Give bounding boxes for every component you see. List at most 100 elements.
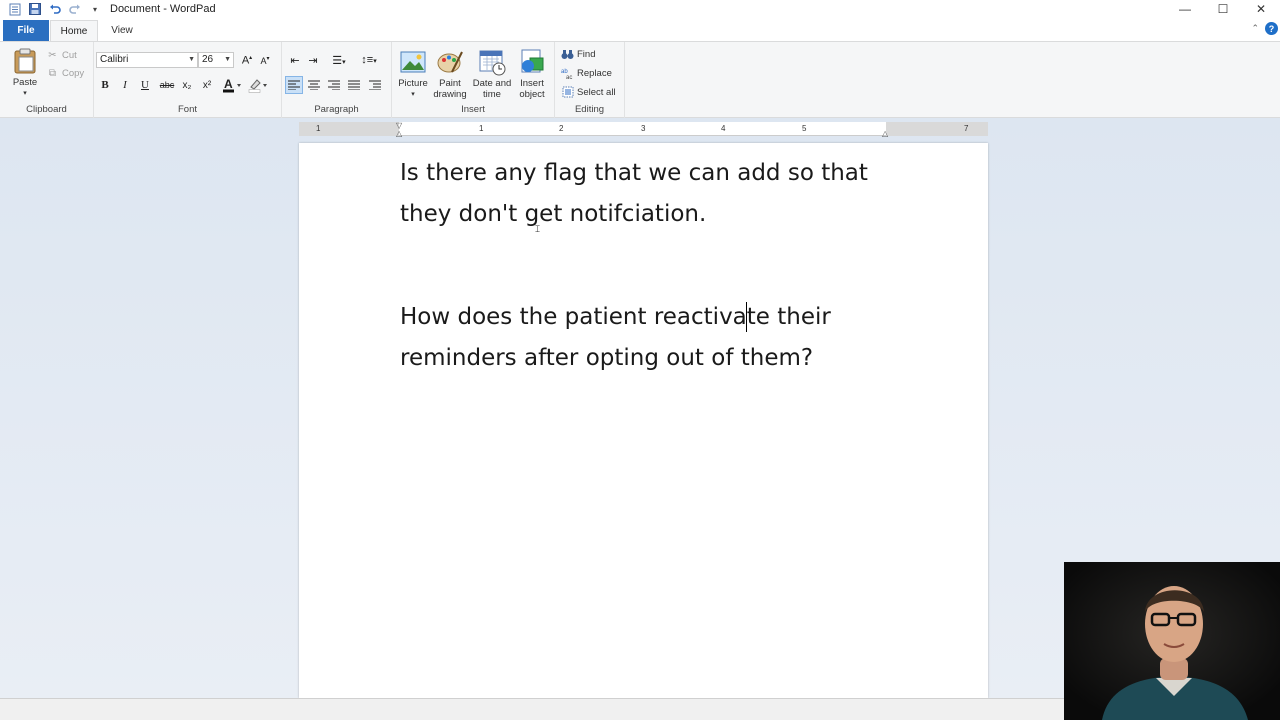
ruler-number: 1 [316,124,321,133]
ruler-number: 5 [802,124,807,133]
subscript-button[interactable]: x₂ [178,76,196,94]
paste-button[interactable]: Paste ▾ [8,47,42,99]
cut-button[interactable]: ✂ Cut [46,47,77,63]
ruler-number: 1 [479,124,484,133]
select-all-icon [561,86,574,99]
window-controls: — ☐ ✕ [1166,0,1280,18]
paint-drawing-button[interactable]: Paint drawing [430,48,470,100]
editing-group: Find ab ac Replace Select all Editing [555,42,625,118]
minimize-button[interactable]: — [1166,0,1204,18]
undo-icon[interactable] [48,2,62,16]
close-button[interactable]: ✕ [1242,0,1280,18]
tab-view[interactable]: View [100,20,144,41]
insert-group-label: Insert [461,104,485,115]
align-right-icon [328,80,340,90]
ruler-left-margin [299,122,399,136]
bold-button[interactable]: B [96,76,114,94]
cut-label: Cut [62,49,77,61]
date-time-label-1: Date and [472,78,512,89]
increase-indent-button[interactable]: ⇥ [304,51,322,69]
paint-drawing-label-1: Paint [439,78,461,89]
replace-button[interactable]: ab ac Replace [561,65,612,81]
ruler-number: 7 [964,124,969,133]
decrease-indent-button[interactable]: ⇤ [286,51,304,69]
copy-icon: ⧉ [48,67,57,79]
text-color-button[interactable]: A [220,76,244,94]
paragraph-group: ⇤ ⇥ ☰▾ ↕≡▾ Paragraph [282,42,392,118]
left-indent-marker[interactable]: △ [396,129,402,138]
redo-icon[interactable] [68,2,82,16]
insert-object-label-2: object [519,89,545,100]
tab-file[interactable]: File [3,20,49,41]
right-indent-marker[interactable]: △ [882,129,888,138]
horizontal-ruler[interactable]: 1 1 2 3 4 5 7 ▽ △ △ [299,121,988,138]
align-left-button[interactable] [285,76,303,94]
replace-icon: ab ac [561,67,574,80]
help-icon[interactable]: ? [1265,22,1278,35]
ribbon-tabs: File Home View ⌃ ? [0,20,1280,41]
ribbon-right-controls: ⌃ ? [1251,22,1280,35]
clipboard-group: Paste ▾ ✂ Cut ⧉ Copy Clipboard [0,42,94,118]
strikethrough-button[interactable]: abc [156,76,178,94]
copy-button[interactable]: ⧉ Copy [46,65,84,81]
scissors-icon: ✂ [48,49,57,61]
picture-icon [400,51,426,73]
picture-dropdown-icon[interactable]: ▾ [411,89,415,100]
document-page[interactable]: Is there any flag that we can add so tha… [299,143,988,698]
shrink-font-icon: A▾ [260,55,270,66]
document-paragraph[interactable]: How does the patient reactivate their re… [400,297,900,378]
paragraph-line: they don't get notifciation. [400,200,707,227]
font-group: Calibri ▼ 26 ▼ A▴ A▾ B I U abc x₂ x² A F… [94,42,282,118]
superscript-button[interactable]: x² [198,76,216,94]
decrease-indent-icon: ⇤ [290,54,300,67]
font-size-select[interactable]: 26 ▼ [198,52,234,68]
select-all-button[interactable]: Select all [561,84,616,100]
align-right-button[interactable] [325,76,343,94]
paste-dropdown-icon[interactable]: ▾ [23,88,27,99]
customize-qat-icon[interactable]: ▾ [88,2,102,16]
date-time-button[interactable]: Date and time [470,48,514,100]
date-time-label-2: time [483,89,501,100]
increase-indent-icon: ⇥ [308,54,318,67]
find-label: Find [577,48,596,60]
save-icon[interactable] [28,2,42,16]
paragraph-line: Is there any flag that we can add so tha… [400,160,868,186]
justify-button[interactable] [345,76,363,94]
shrink-font-button[interactable]: A▾ [256,51,274,69]
bullet-list-icon: ☰▾ [332,54,346,67]
italic-button[interactable]: I [116,76,134,94]
highlighter-icon [248,79,267,93]
presenter-video-image [1064,562,1280,720]
minimize-ribbon-icon[interactable]: ⌃ [1251,23,1259,34]
tab-home[interactable]: Home [50,20,98,41]
align-left-icon [288,80,300,90]
font-size-value: 26 [202,54,214,65]
clipboard-group-label: Clipboard [26,104,67,115]
line-spacing-icon: ↕≡▾ [361,54,377,66]
paragraph-group-label: Paragraph [314,104,359,115]
insert-object-icon [521,49,544,73]
insert-object-button[interactable]: Insert object [514,48,550,100]
find-button[interactable]: Find [561,46,595,62]
grow-font-icon: A▴ [241,54,253,67]
document-paragraph[interactable]: Is there any flag that we can add so tha… [400,153,900,234]
ribbon: Paste ▾ ✂ Cut ⧉ Copy Clipboard Calibri ▼… [0,41,1280,118]
highlight-color-button[interactable] [246,76,270,94]
webcam-video-overlay [1064,562,1280,720]
paragraph-settings-button[interactable] [366,76,384,94]
ruler-number: 4 [721,124,726,133]
font-family-select[interactable]: Calibri ▼ [96,52,198,68]
wordpad-app-icon[interactable] [8,2,22,16]
picture-button[interactable]: Picture ▾ [396,48,430,100]
align-center-button[interactable] [305,76,323,94]
ruler-number: 2 [559,124,564,133]
select-all-label: Select all [577,86,616,98]
line-spacing-button[interactable]: ↕≡▾ [356,51,382,69]
underline-button[interactable]: U [136,76,154,94]
bullets-button[interactable]: ☰▾ [326,51,352,69]
quick-access-toolbar: ▾ [0,0,102,18]
maximize-button[interactable]: ☐ [1204,0,1242,18]
justify-icon [348,80,360,90]
grow-font-button[interactable]: A▴ [238,51,256,69]
text-cursor [746,302,747,332]
